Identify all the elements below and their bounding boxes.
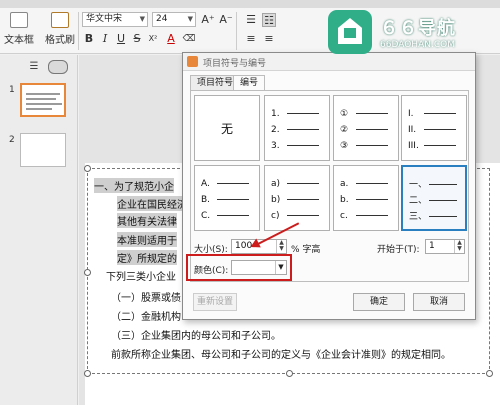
resize-handle[interactable] bbox=[84, 269, 91, 276]
style-none-label: 无 bbox=[220, 122, 233, 136]
tab-numbering[interactable]: 编号 bbox=[233, 75, 266, 91]
bold-button[interactable]: B bbox=[82, 32, 96, 46]
numbering-style-roman[interactable]: I. II. III. bbox=[401, 95, 467, 161]
paragraph: 本准则适用于 bbox=[117, 232, 177, 247]
font-size-value: 24 bbox=[156, 14, 168, 24]
font-color-button[interactable]: A bbox=[164, 32, 178, 46]
strikethrough-button[interactable]: S bbox=[130, 32, 144, 46]
slide-panel: ☰ 1 2 bbox=[0, 55, 78, 405]
slides-icon[interactable] bbox=[48, 60, 68, 74]
numbering-style-lower-alpha[interactable]: a. b. c. bbox=[333, 165, 399, 231]
numbering-style-lower-alpha-paren[interactable]: a) b) c) bbox=[264, 165, 330, 231]
clear-format-button[interactable]: ⌫ bbox=[182, 32, 196, 46]
chevron-down-icon: ▼ bbox=[139, 15, 145, 23]
slide-thumbnail[interactable] bbox=[20, 133, 66, 167]
align-center-icon[interactable]: ≡ bbox=[262, 32, 276, 46]
numbering-style-circled[interactable]: ① ② ③ bbox=[333, 95, 399, 161]
text-box-icon bbox=[10, 12, 28, 28]
watermark-domain: 66DAOHAN.COM bbox=[380, 40, 455, 50]
numbering-style-upper-alpha[interactable]: A. B. C. bbox=[194, 165, 260, 231]
paragraph: （三）企业集团内的母公司和子公司。 bbox=[111, 331, 281, 342]
align-left-icon[interactable]: ≡ bbox=[244, 32, 258, 46]
text-box-label: 文本框 bbox=[4, 35, 34, 46]
format-brush-label: 格式刷 bbox=[45, 35, 75, 46]
outline-icon[interactable]: ☰ bbox=[26, 60, 42, 74]
grow-font-button[interactable]: A⁺ bbox=[200, 13, 216, 27]
paragraph: 下列三类小企业 bbox=[106, 272, 176, 283]
app-icon bbox=[187, 56, 198, 67]
slide-thumbnail[interactable] bbox=[20, 83, 66, 117]
toolbar-divider bbox=[236, 12, 237, 50]
font-name-value: 华文中宋 bbox=[86, 14, 123, 24]
paragraph: （一）股票或债 bbox=[111, 293, 181, 304]
cancel-button[interactable]: 取消 bbox=[413, 293, 465, 311]
text-box-button[interactable]: 文本框 bbox=[4, 12, 34, 46]
start-at-stepper[interactable]: 1 ▲ ▼ bbox=[425, 239, 465, 254]
paragraph: 其他有关法律 bbox=[117, 213, 177, 228]
annotation-highlight-box bbox=[186, 254, 292, 281]
toolbar-divider bbox=[78, 12, 79, 50]
site-logo-icon bbox=[328, 10, 372, 54]
paragraph: （二）金融机构 bbox=[111, 312, 181, 323]
paragraph: 定》所规定的 bbox=[117, 250, 177, 265]
slide-number: 2 bbox=[9, 135, 15, 145]
start-at-label: 开始于(T): bbox=[377, 245, 420, 255]
reset-button[interactable]: 重新设置 bbox=[193, 293, 237, 311]
format-brush-button[interactable]: 格式刷 bbox=[44, 12, 76, 46]
spin-arrows-icon[interactable]: ▲ ▼ bbox=[454, 240, 464, 253]
watermark-title: ６６导航 bbox=[380, 18, 456, 39]
dialog-title: 项目符号与编号 bbox=[203, 59, 267, 69]
paragraph: 企业在国民经济 bbox=[117, 196, 187, 211]
numbering-style-none[interactable]: 无 bbox=[194, 95, 260, 161]
font-size-select[interactable]: 24 ▼ bbox=[152, 12, 196, 27]
numbering-icon[interactable]: ☷ bbox=[262, 13, 276, 27]
resize-handle[interactable] bbox=[286, 370, 293, 377]
size-unit: % 字高 bbox=[291, 245, 321, 255]
paragraph: 前款所称企业集团、母公司和子公司的定义与《企业会计准则》的规定相同。 bbox=[111, 350, 451, 361]
resize-handle[interactable] bbox=[486, 370, 493, 377]
slide-number: 1 bbox=[9, 85, 15, 95]
chevron-down-icon: ▼ bbox=[187, 15, 193, 23]
start-at-value: 1 bbox=[429, 241, 435, 251]
ok-button[interactable]: 确定 bbox=[353, 293, 405, 311]
superscript-button[interactable]: X² bbox=[146, 32, 160, 46]
watermark: ６６导航 66DAOHAN.COM bbox=[324, 4, 500, 58]
format-brush-icon bbox=[51, 12, 69, 28]
spin-arrows-icon[interactable]: ▲ ▼ bbox=[276, 240, 286, 253]
shrink-font-button[interactable]: A⁻ bbox=[218, 13, 234, 27]
bullets-icon[interactable]: ☰ bbox=[244, 13, 258, 27]
underline-button[interactable]: U bbox=[114, 32, 128, 46]
numbering-style-arabic[interactable]: 1. 2. 3. bbox=[264, 95, 330, 161]
resize-handle[interactable] bbox=[84, 165, 91, 172]
paragraph: 一、为了规范小企 bbox=[94, 178, 174, 193]
resize-handle[interactable] bbox=[84, 370, 91, 377]
font-name-select[interactable]: 华文中宋 ▼ bbox=[82, 12, 148, 27]
italic-button[interactable]: I bbox=[98, 32, 112, 46]
numbering-style-chinese[interactable]: 一、 二、 三、 bbox=[401, 165, 467, 231]
